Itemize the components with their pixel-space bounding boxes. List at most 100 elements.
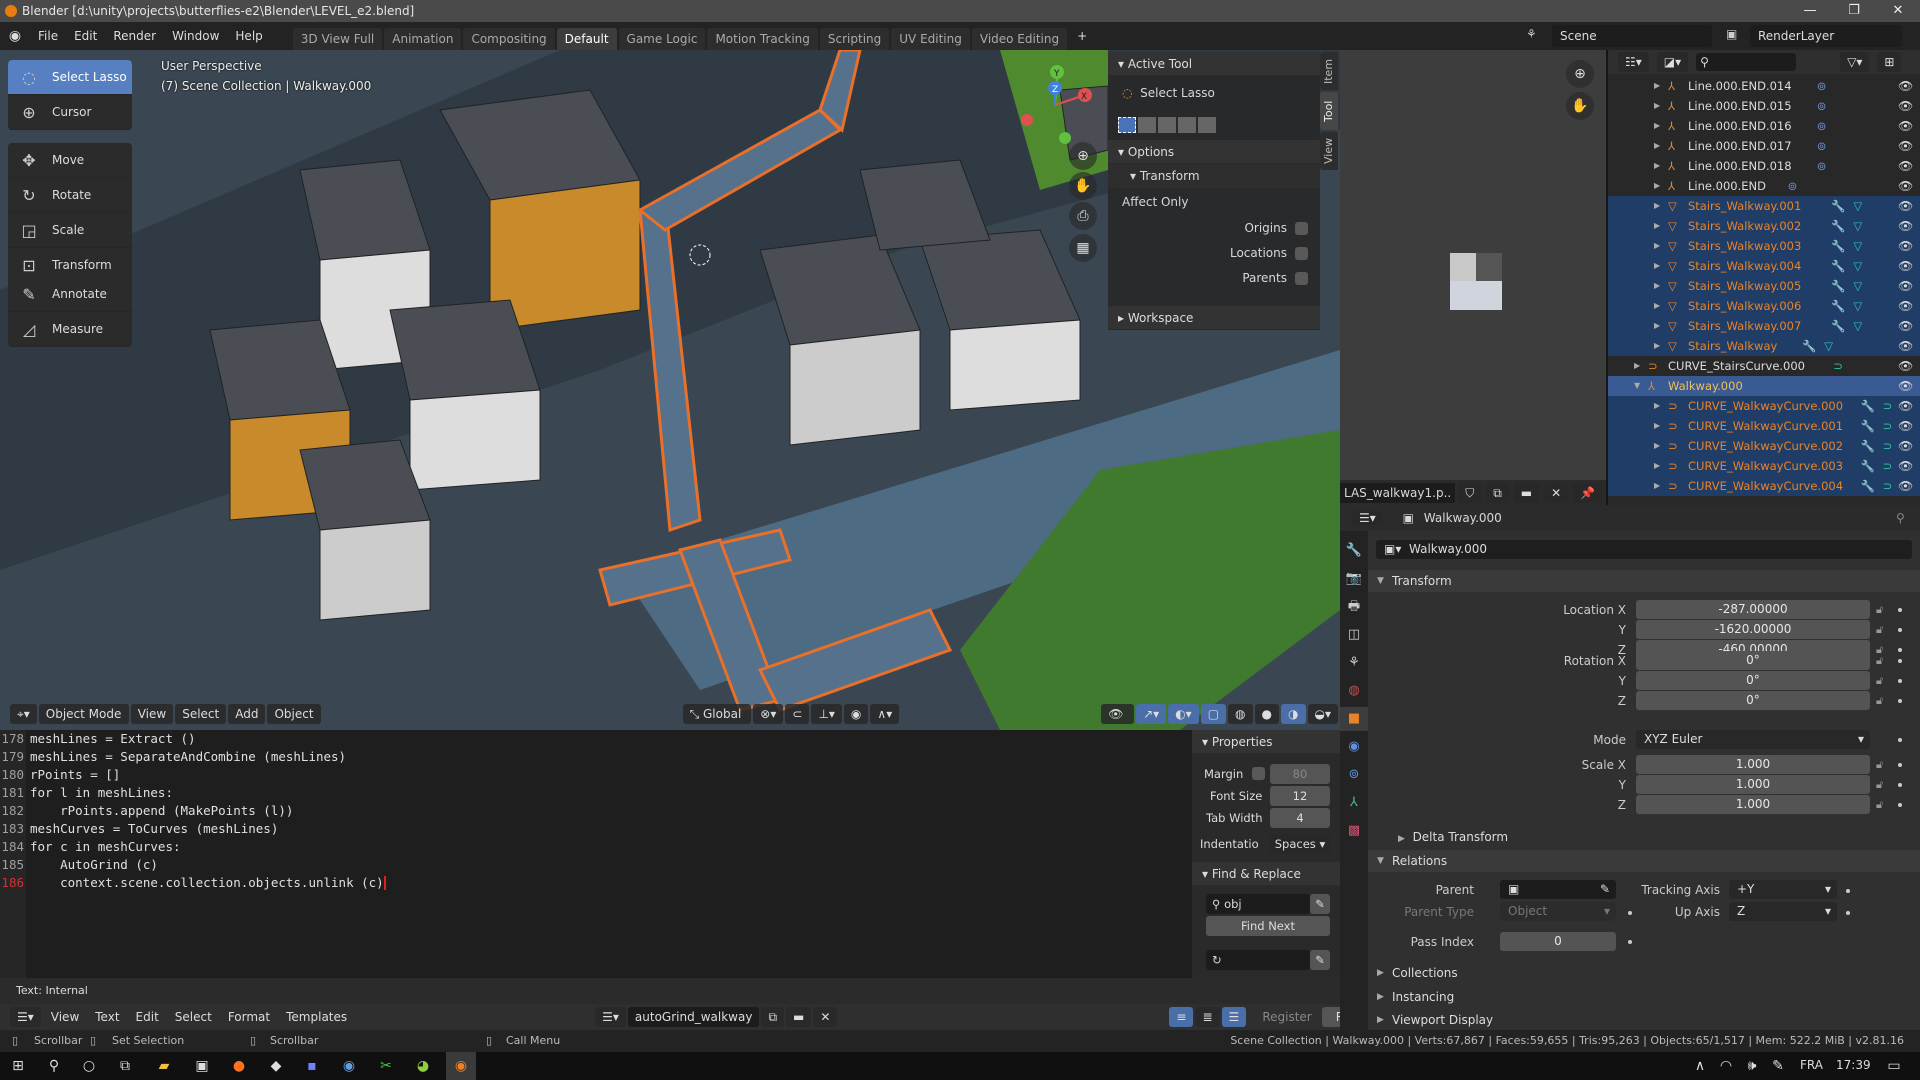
lock-icon[interactable]: 🔓︎ (1876, 798, 1883, 812)
output-tab-icon[interactable]: 🖶 (1340, 595, 1368, 619)
text-menu-view[interactable]: View (43, 1010, 87, 1024)
code-text[interactable]: context.scene.collection.objects.unlink … (26, 874, 384, 892)
visibility-eye-icon[interactable]: 👁 (1898, 236, 1913, 256)
expand-arrow-icon[interactable]: ▶ (1654, 436, 1660, 456)
expand-arrow-icon[interactable]: ▶ (1654, 156, 1660, 176)
expand-arrow-icon[interactable]: ▶ (1654, 96, 1660, 116)
expand-arrow-icon[interactable]: ▶ (1654, 256, 1660, 276)
tab-game-logic[interactable]: Game Logic (618, 28, 706, 50)
rotation-z-field[interactable]: 0° (1636, 691, 1870, 710)
expand-arrow-icon[interactable]: ▶ (1654, 296, 1660, 316)
material-shading-icon[interactable]: ◑ (1281, 704, 1306, 724)
gizmo-neg-x[interactable] (1021, 114, 1033, 126)
constraints-tab-icon[interactable]: ⊚ (1340, 763, 1368, 787)
text-name-field[interactable]: autoGrind_walkway (627, 1007, 760, 1027)
clock[interactable]: 17:39 (1836, 1058, 1871, 1072)
word-wrap-toggle-icon[interactable]: ≣ (1195, 1007, 1220, 1027)
tool-cursor[interactable]: ⊕ Cursor (8, 95, 132, 130)
unlink-text-icon[interactable]: ✕ (813, 1007, 838, 1027)
display-mode-icon[interactable]: ◪▾ (1656, 52, 1689, 72)
visibility-eye-icon[interactable]: 👁 (1898, 456, 1913, 476)
curve-data-icon[interactable]: ⊃ (1833, 356, 1843, 376)
tab-uv-editing[interactable]: UV Editing (891, 28, 970, 50)
code-text[interactable]: AutoGrind (c) (26, 856, 158, 874)
visibility-eye-icon[interactable]: 👁 (1898, 116, 1913, 136)
outliner-row[interactable]: ▶ ▽ Stairs_Walkway.002 🔧 ▽ 👁 (1608, 216, 1920, 236)
code-text[interactable]: for l in meshLines: (26, 784, 173, 802)
modifier-icon[interactable]: 🔧 (1802, 336, 1816, 356)
visibility-eye-icon[interactable]: 👁 (1898, 296, 1913, 316)
lock-icon[interactable]: 🔓︎ (1876, 623, 1883, 637)
minimize-button[interactable]: — (1788, 0, 1832, 22)
tab-compositing[interactable]: Compositing (463, 28, 555, 50)
object-data-tab-icon[interactable]: ⅄ (1340, 791, 1368, 815)
expand-arrow-icon[interactable]: ▶ (1654, 456, 1660, 476)
pin-icon[interactable]: 📌 (1573, 482, 1603, 503)
scene-selector[interactable]: Scene (1552, 25, 1712, 47)
mesh-data-icon[interactable]: ▽ (1853, 196, 1862, 216)
visibility-eye-icon[interactable]: 👁 (1898, 396, 1913, 416)
notifications-icon[interactable]: ▭ (1882, 1056, 1906, 1076)
visibility-eye-icon[interactable]: 👁 (1898, 256, 1913, 276)
code-text[interactable]: meshLines = SeparateAndCombine (meshLine… (26, 748, 346, 766)
unity-icon[interactable]: ◆ (264, 1056, 288, 1076)
curve-data-icon[interactable]: ⊃ (1883, 396, 1893, 416)
scale-y-field[interactable]: 1.000 (1636, 775, 1870, 794)
visibility-eye-icon[interactable]: 👁 (1898, 376, 1913, 396)
modifier-icon[interactable]: 🔧 (1861, 456, 1875, 476)
up-axis-dropdown[interactable]: Z ▾ (1729, 902, 1837, 921)
eyedropper-icon[interactable]: ✎ (1310, 950, 1330, 970)
viewport-menu-object[interactable]: Object (267, 704, 321, 724)
expand-arrow-icon[interactable]: ▶ (1654, 396, 1660, 416)
viewport-menu-select[interactable]: Select (175, 704, 227, 724)
outliner-row[interactable]: ▶ ▽ Stairs_Walkway 🔧 ▽ 👁 (1608, 336, 1920, 356)
search-icon[interactable]: ⚲ (42, 1056, 66, 1076)
keyframe-dot[interactable] (1898, 763, 1902, 767)
modifier-icon[interactable]: 🔧 (1861, 416, 1875, 436)
text-menu-text[interactable]: Text (87, 1010, 127, 1024)
tracking-axis-dropdown[interactable]: +Y ▾ (1729, 880, 1837, 899)
gizmo-neg-y[interactable] (1059, 132, 1071, 144)
menu-render[interactable]: Render (105, 29, 164, 43)
keyframe-dot[interactable] (1898, 659, 1902, 663)
modifier-icon[interactable]: 🔧 (1861, 436, 1875, 456)
modifier-icon[interactable]: 🔧 (1831, 216, 1845, 236)
mesh-data-icon[interactable]: ▽ (1853, 256, 1862, 276)
mesh-data-icon[interactable]: ▽ (1853, 316, 1862, 336)
lock-icon[interactable]: 🔓︎ (1876, 694, 1883, 708)
code-text[interactable]: rPoints = [] (26, 766, 120, 784)
new-image-icon[interactable]: ⧉ (1486, 482, 1509, 503)
sidebar-tab-item[interactable]: Item (1320, 52, 1338, 90)
margin-checkbox[interactable] (1252, 767, 1265, 780)
new-collection-icon[interactable]: ⊞ (1877, 52, 1902, 72)
outliner-row[interactable]: ▶ ⅄ Line.000.END.014 ⊚ 👁 (1608, 76, 1920, 96)
tab-animation[interactable]: Animation (384, 28, 462, 50)
expand-arrow-icon[interactable]: ▶ (1654, 116, 1660, 136)
keyframe-dot[interactable] (1846, 889, 1850, 893)
camera-icon[interactable]: ⎙ (1069, 202, 1097, 230)
visibility-eye-icon[interactable]: 👁 (1898, 316, 1913, 336)
margin-field[interactable]: 80 (1270, 764, 1330, 784)
transform-subpanel-header[interactable]: ▾ Transform (1108, 164, 1320, 188)
code-text[interactable]: rPoints.append (MakePoints (l)) (26, 802, 293, 820)
sidebar-tab-tool[interactable]: Tool (1320, 92, 1338, 130)
tab-default[interactable]: Default (556, 28, 617, 50)
orientation-dropdown[interactable]: ⤡ Global ▾ (682, 704, 752, 730)
texture-tab-icon[interactable]: ▩ (1340, 819, 1368, 843)
snap-target-icon[interactable]: ⊥▾ (811, 704, 842, 724)
mesh-data-icon[interactable]: ▽ (1853, 296, 1862, 316)
physics-tab-icon[interactable]: ◉ (1340, 735, 1368, 759)
visibility-eye-icon[interactable]: 👁 (1898, 96, 1913, 116)
pan-hand-icon[interactable]: ✋ (1069, 172, 1097, 200)
close-window-button[interactable]: ✕ (1876, 0, 1920, 22)
modifier-icon[interactable]: 🔧 (1831, 296, 1845, 316)
text-menu-templates[interactable]: Templates (278, 1010, 355, 1024)
tool-measure[interactable]: ◿ Measure (8, 312, 132, 347)
task-view-icon[interactable]: ⧉ (113, 1056, 137, 1076)
outliner[interactable]: ☷▾ ◪▾ ⚲ ▽▾ ⊞ ▶ ⅄ Line.000.END.014 ⊚ 👁 ▶ ⅄ Line.… (1608, 50, 1920, 505)
text-menu-edit[interactable]: Edit (128, 1010, 167, 1024)
modifier-icon[interactable]: 🔧 (1831, 196, 1845, 216)
select-invert-icon[interactable] (1178, 117, 1196, 133)
keyframe-dot[interactable] (1898, 628, 1902, 632)
parent-type-dropdown[interactable]: Object ▾ (1500, 902, 1616, 921)
